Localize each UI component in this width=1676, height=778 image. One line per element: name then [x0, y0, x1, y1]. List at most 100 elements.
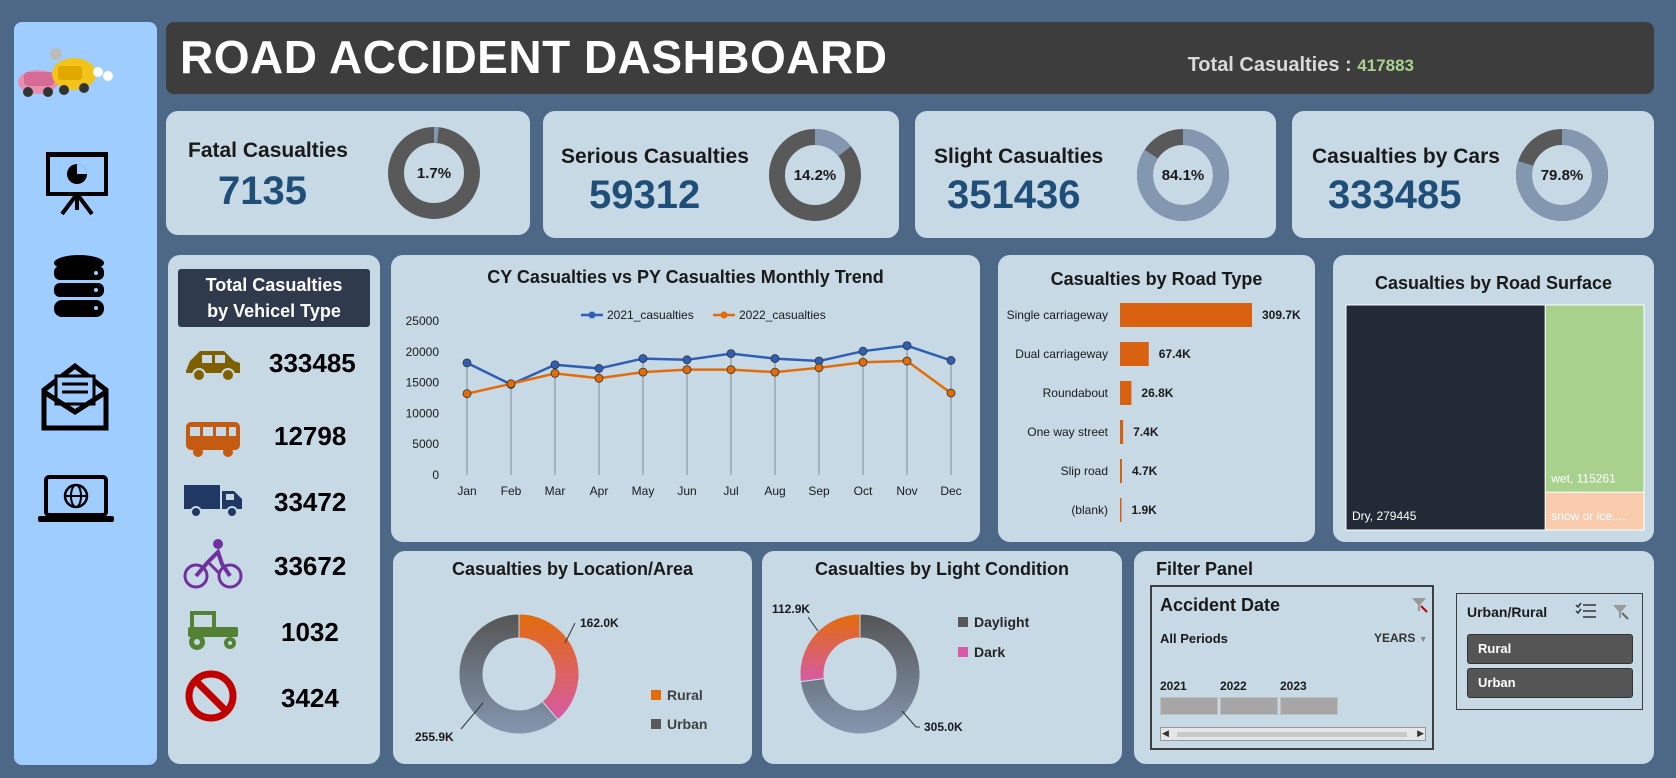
bus-icon — [186, 422, 240, 457]
bar-category-label: Slip road — [1061, 464, 1108, 478]
data-point — [594, 364, 604, 373]
treemap-tile — [1345, 304, 1546, 531]
data-point — [902, 341, 912, 351]
data-point — [858, 346, 868, 356]
kpi-value: 7135 — [218, 169, 307, 213]
timeline-scrollbar[interactable]: ◀ ▶ — [1160, 727, 1426, 741]
truck-icon — [184, 485, 242, 518]
clear-filter-icon[interactable] — [1611, 602, 1629, 620]
data-point — [638, 354, 648, 363]
legend-label: Daylight — [974, 614, 1030, 630]
data-point — [814, 363, 824, 373]
treemap-label: wet, 115261 — [1550, 471, 1616, 485]
bar — [1120, 303, 1252, 327]
slicer-option-urban[interactable]: Urban — [1467, 668, 1633, 698]
trend-chart-panel: CY Casualties vs PY Casualties Monthly T… — [391, 255, 980, 542]
data-point — [682, 365, 692, 375]
x-tick-label: Mar — [545, 484, 566, 498]
data-point — [550, 360, 560, 370]
kpi-card-slight: Slight Casualties 351436 84.1% — [915, 111, 1276, 238]
bar — [1120, 459, 1123, 483]
vehicle-type-panel: Total Casualties by Vehicel Type 333485 … — [168, 255, 380, 764]
data-point — [462, 389, 472, 399]
clear-filter-icon[interactable] — [1410, 595, 1428, 613]
y-tick-label: 25000 — [406, 314, 440, 328]
legend-label: Dark — [974, 644, 1005, 660]
timeline-bar-2022[interactable] — [1220, 697, 1278, 715]
scroll-left-icon[interactable]: ◀ — [1162, 728, 1169, 739]
kpi-donut: 79.8% — [1516, 129, 1608, 221]
kpi-percent: 1.7% — [417, 165, 451, 182]
vehicle-value-truck: 33472 — [274, 487, 347, 517]
scrollbar-thumb[interactable] — [1177, 732, 1407, 737]
kpi-card-cars: Casualties by Cars 333485 79.8% — [1292, 111, 1654, 238]
kpi-label: Serious Casualties — [561, 145, 749, 168]
chevron-down-icon: ▼ — [1418, 634, 1428, 644]
time-level-selector[interactable]: YEARS ▼ — [1374, 631, 1428, 645]
date-slicer-title: Accident Date — [1160, 595, 1281, 615]
year-label-2021: 2021 — [1160, 679, 1187, 693]
legend-swatch — [651, 690, 661, 700]
mail-icon[interactable] — [40, 362, 110, 432]
multi-select-icon[interactable] — [1575, 602, 1597, 620]
light-chart: 305.0K 112.9K Daylight Dark — [772, 602, 1030, 735]
urban-rural-slicer[interactable]: Urban/Rural Rural Urban — [1456, 593, 1643, 710]
timeline-bar-2021[interactable] — [1160, 697, 1218, 715]
vehicle-value-tractor: 1032 — [281, 617, 339, 647]
legend-marker — [588, 311, 596, 319]
bar-category-label: One way street — [1027, 425, 1108, 439]
database-icon[interactable] — [52, 254, 106, 320]
kpi-donut: 84.1% — [1137, 129, 1229, 221]
bar-value-label: 4.7K — [1132, 464, 1158, 478]
timeline-bar-2023[interactable] — [1280, 697, 1338, 715]
presentation-icon[interactable] — [44, 150, 110, 216]
donut-slice-dark — [799, 613, 861, 683]
bar-value-label: 1.9K — [1132, 503, 1158, 517]
period-label: All Periods — [1160, 631, 1228, 646]
year-label-2022: 2022 — [1220, 679, 1247, 693]
bar-value-label: 26.8K — [1141, 386, 1173, 400]
treemap-tile — [1544, 304, 1645, 493]
location-chart: 162.0K 255.9K Rural Urban — [415, 613, 707, 744]
bicycle-icon — [183, 539, 243, 589]
kpi-label: Slight Casualties — [934, 145, 1104, 168]
data-point — [946, 388, 956, 398]
data-point — [858, 357, 868, 367]
vehicle-title-line2: by Vehicel Type — [207, 301, 341, 321]
car-icon — [186, 351, 240, 382]
kpi-card-fatal: Fatal Casualties 7135 1.7% — [166, 111, 530, 235]
data-point — [726, 365, 736, 375]
vehicle-value-other: 3424 — [281, 683, 339, 713]
accident-date-slicer[interactable]: Accident Date All Periods YEARS ▼ 2021 2… — [1150, 585, 1434, 750]
bar — [1120, 342, 1149, 366]
y-tick-label: 15000 — [406, 376, 440, 390]
total-casualties-label: Total Casualties : — [1187, 54, 1352, 76]
scroll-right-icon[interactable]: ▶ — [1417, 728, 1424, 739]
filter-panel: Filter Panel Accident Date All Periods Y… — [1134, 551, 1654, 764]
location-panel: Casualties by Location/Area 162.0K 255.9K… — [393, 551, 752, 764]
data-point — [594, 373, 604, 383]
bar-category-label: Roundabout — [1043, 386, 1109, 400]
kpi-value: 351436 — [947, 173, 1081, 217]
data-point — [550, 368, 560, 378]
road-surface-chart: Dry, 279445 wet, 115261 snow or ice,... — [1345, 304, 1645, 531]
vehicle-value-car: 333485 — [269, 348, 356, 378]
data-point — [902, 356, 912, 366]
laptop-icon[interactable] — [36, 474, 116, 526]
legend-swatch — [958, 617, 968, 627]
kpi-donut: 14.2% — [769, 129, 861, 221]
leader-line — [807, 616, 819, 632]
data-point — [946, 356, 956, 365]
x-tick-label: Nov — [896, 484, 917, 498]
kpi-label: Casualties by Cars — [1312, 145, 1500, 168]
bar — [1120, 420, 1124, 444]
data-point — [770, 354, 780, 363]
donut-slice-rural — [518, 613, 580, 721]
light-panel: Casualties by Light Condition 305.0K 112.… — [762, 551, 1122, 764]
legend-label: 2021_casualties — [607, 308, 694, 322]
time-level-label: YEARS — [1374, 631, 1416, 645]
treemap-label: snow or ice,... — [1551, 509, 1625, 523]
total-casualties: Total Casualties : 417883 — [1188, 54, 1414, 77]
bar-category-label: (blank) — [1071, 503, 1108, 517]
slicer-option-rural[interactable]: Rural — [1467, 634, 1633, 664]
